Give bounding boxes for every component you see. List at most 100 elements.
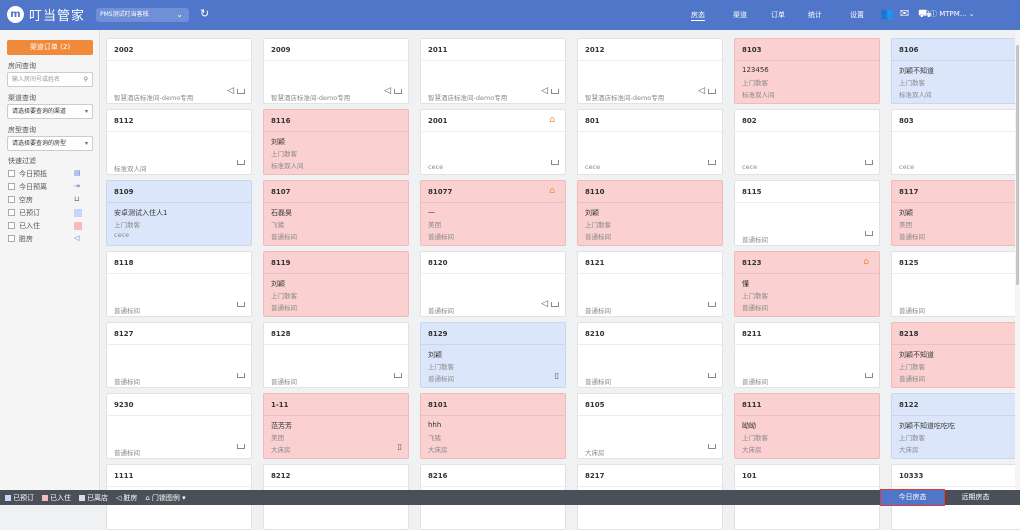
room-number: 8105 bbox=[585, 401, 605, 409]
room-card[interactable]: 8128 普通标间 bbox=[263, 322, 409, 388]
long-term-status-button[interactable]: 远期房态 bbox=[948, 490, 1003, 505]
bed-icon bbox=[551, 302, 559, 307]
room-number: 10333 bbox=[899, 472, 924, 480]
divider bbox=[107, 344, 251, 345]
room-card[interactable]: 8122刘颖不知道吃吃吃上门散客大床房▯ bbox=[891, 393, 1020, 459]
roomtype-select-value: 请选择要查询的房型 bbox=[12, 140, 67, 147]
checkbox[interactable] bbox=[8, 222, 15, 229]
room-card[interactable]: 8116 刘颖 上门散客 标准双人间 bbox=[263, 109, 409, 175]
checkbox[interactable] bbox=[8, 183, 15, 190]
room-search-input[interactable]: 输入房间号或姓名 ⚲ bbox=[7, 72, 93, 87]
filter-checked-in[interactable]: 已入住 bbox=[8, 221, 94, 231]
hotel-selector[interactable]: PMS测试叮当客栈 ⌄ bbox=[96, 8, 189, 22]
room-card[interactable]: 2012 智慧酒店标准间-demo专用 ◁ bbox=[577, 38, 723, 104]
room-card[interactable]: 2002 智慧酒店标准间-demo专用 ◁ bbox=[106, 38, 252, 104]
guest-source: 美团 bbox=[428, 221, 441, 229]
room-number: 8128 bbox=[271, 330, 291, 338]
nav-orders[interactable]: 订单 bbox=[771, 10, 785, 20]
room-type: 智慧酒店标准间-demo专用 bbox=[114, 94, 194, 102]
room-card[interactable]: 8101 hhh 飞猪 大床房 bbox=[420, 393, 566, 459]
room-card[interactable]: 8110 刘颖 上门散客 普通标间 bbox=[577, 180, 723, 246]
app-logo[interactable]: m 叮当管家 bbox=[7, 5, 85, 24]
divider bbox=[421, 60, 565, 61]
room-card[interactable]: 8121 普通标间 bbox=[577, 251, 723, 317]
nav-channel[interactable]: 渠道 bbox=[733, 10, 747, 20]
mail-icon[interactable]: ✉ bbox=[900, 7, 909, 20]
room-card[interactable]: 8111 呦呦 上门散客 大床房 bbox=[734, 393, 880, 459]
room-card[interactable]: 8129 刘颖 上门散客 普通标间 ▯ bbox=[420, 322, 566, 388]
guest-source: 上门散客 bbox=[742, 79, 768, 87]
room-card[interactable]: 8105 大床房 bbox=[577, 393, 723, 459]
channel-orders-button[interactable]: 渠道订单 (2) bbox=[7, 40, 93, 55]
checkbox[interactable] bbox=[8, 235, 15, 242]
nav-room-status[interactable]: 房态 bbox=[691, 10, 705, 21]
room-number: 8106 bbox=[899, 46, 919, 54]
checkbox[interactable] bbox=[8, 196, 15, 203]
roomtype-select[interactable]: 请选择要查询的房型 ▾ bbox=[7, 136, 93, 151]
room-card[interactable]: 801 cece bbox=[577, 109, 723, 175]
filter-depart-today[interactable]: 今日预离 ⇥ bbox=[8, 182, 94, 192]
filter-dirty[interactable]: 脏房 ◁ bbox=[8, 234, 94, 244]
filter-arrive-today[interactable]: 今日预抵 ▤ bbox=[8, 169, 94, 179]
room-card[interactable]: 8106刘颖不知道上门散客标准双人间▯ bbox=[891, 38, 1020, 104]
room-card[interactable]: 2009 智慧酒店标准间-demo专用 ◁ bbox=[263, 38, 409, 104]
room-type: 普通标间 bbox=[428, 233, 454, 241]
room-number: 8120 bbox=[428, 259, 448, 267]
nav-settings[interactable]: 设置 bbox=[850, 10, 864, 20]
bed-icon bbox=[551, 89, 559, 94]
room-card[interactable]: 8103 123456 上门散客 标准双人间 bbox=[734, 38, 880, 104]
room-number: 803 bbox=[899, 117, 914, 125]
room-card[interactable]: 8115 普通标间 bbox=[734, 180, 880, 246]
room-card[interactable]: 8210 普通标间 bbox=[577, 322, 723, 388]
scrollbar[interactable] bbox=[1015, 30, 1020, 490]
nav-stats[interactable]: 统计 bbox=[808, 10, 822, 20]
room-card[interactable]: 8107 石磊昊 飞猪 普通标间 bbox=[263, 180, 409, 246]
checked-in-swatch-icon bbox=[74, 222, 82, 230]
room-card[interactable]: 8211 普通标间 bbox=[734, 322, 880, 388]
divider bbox=[578, 344, 722, 345]
divider bbox=[892, 344, 1020, 345]
filter-label: 已预订 bbox=[19, 209, 40, 217]
legend-label: 已离店 bbox=[87, 494, 108, 502]
room-card[interactable]: 1-11 范芳芳 美团 大床房 ▯ bbox=[263, 393, 409, 459]
room-card[interactable]: 8218 刘颖不知道 上门散客 普通标间 bbox=[891, 322, 1020, 388]
filter-booked[interactable]: 已预订 bbox=[8, 208, 94, 218]
room-card[interactable]: 2011 智慧酒店标准间-demo专用 ◁ bbox=[420, 38, 566, 104]
room-card[interactable]: 8125 普通标间 bbox=[891, 251, 1020, 317]
room-type: 普通标间 bbox=[114, 449, 140, 457]
room-card[interactable]: 8127 普通标间 bbox=[106, 322, 252, 388]
room-card[interactable]: 8118 普通标间 bbox=[106, 251, 252, 317]
room-card[interactable]: 8109 安卓测试入住人1 上门散客 cece bbox=[106, 180, 252, 246]
quick-filter-label: 快速过滤 bbox=[8, 157, 36, 165]
room-card[interactable]: 802 cece bbox=[734, 109, 880, 175]
room-card[interactable]: 8123 懂上门散客 普通标间 ⌂ bbox=[734, 251, 880, 317]
divider bbox=[892, 202, 1020, 203]
room-card[interactable]: 8120 普通标间 ◁ bbox=[420, 251, 566, 317]
depart-icon: ⇥ bbox=[74, 182, 80, 190]
filter-empty-room[interactable]: 空房 ⊔ bbox=[8, 195, 94, 205]
divider bbox=[578, 415, 722, 416]
legend-door-lock[interactable]: ⌂ 门锁图例 ▾ bbox=[145, 493, 185, 503]
guest-source: 上门散客 bbox=[428, 363, 454, 371]
room-card[interactable]: 9230 普通标间 bbox=[106, 393, 252, 459]
room-type: 标准双人间 bbox=[114, 165, 147, 173]
room-number: 8109 bbox=[114, 188, 134, 196]
room-card[interactable]: 8112 标准双人间 bbox=[106, 109, 252, 175]
bed-icon bbox=[237, 89, 245, 94]
room-card[interactable]: 803 cece bbox=[891, 109, 1020, 175]
checkbox[interactable] bbox=[8, 209, 15, 216]
room-number: 8117 bbox=[899, 188, 919, 196]
scrollbar-thumb[interactable] bbox=[1016, 45, 1019, 285]
room-type: 普通标间 bbox=[585, 233, 611, 241]
room-card[interactable]: 2001 cece ⌂ bbox=[420, 109, 566, 175]
room-card[interactable]: 81077 一美团 普通标间 ⌂ bbox=[420, 180, 566, 246]
room-type: cece bbox=[428, 163, 444, 171]
checkbox[interactable] bbox=[8, 170, 15, 177]
people-icon[interactable]: 👥 bbox=[880, 7, 894, 20]
room-card[interactable]: 8119 刘颖 上门散客 普通标间 bbox=[263, 251, 409, 317]
room-card[interactable]: 8117 刘颖 美团 普通标间 bbox=[891, 180, 1020, 246]
today-status-button[interactable]: 今日房态 bbox=[880, 489, 945, 506]
channel-select[interactable]: 请选择要查询的渠道 ▾ bbox=[7, 104, 93, 119]
refresh-icon[interactable]: ↻ bbox=[200, 7, 209, 20]
user-menu[interactable]: ⓘ MTPM... ⌄ bbox=[930, 9, 975, 19]
